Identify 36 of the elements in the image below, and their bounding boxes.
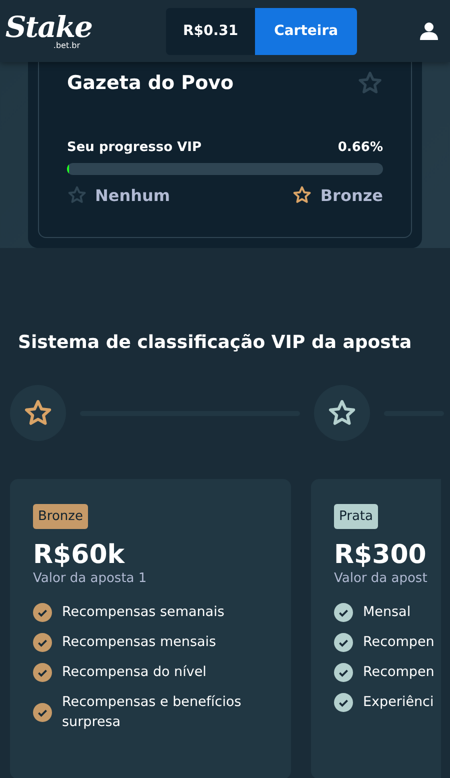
benefit-text: Mensal [363, 603, 411, 622]
progress-value: 0.66% [338, 140, 383, 155]
tier-subtitle: Valor da apost [334, 571, 428, 586]
check-icon [33, 632, 52, 652]
progress-label: Seu progresso VIP [67, 140, 202, 155]
star-icon [357, 70, 383, 96]
wallet-button[interactable]: Carteira [255, 8, 358, 54]
benefit-text: Recompensas e benefícios surpresa [62, 693, 242, 732]
section-title: Sistema de classificação VIP da aposta [18, 332, 413, 353]
tier-amount: R$60k [33, 539, 125, 571]
current-rank: Nenhum [95, 186, 170, 204]
star-icon [292, 185, 312, 205]
next-rank: Bronze [320, 186, 383, 204]
benefit-text: Recompen [363, 663, 434, 682]
benefit-text: Recompen [363, 633, 434, 652]
benefit-text: Recompensas semanais [62, 603, 224, 622]
user-name: Gazeta do Povo [67, 72, 234, 94]
check-icon [334, 662, 353, 682]
check-icon [33, 702, 52, 722]
check-icon [33, 662, 52, 682]
check-icon [334, 692, 353, 712]
tier-badge: Bronze [33, 504, 88, 529]
user-icon[interactable] [420, 22, 438, 40]
tier-amount: R$300 [334, 539, 426, 571]
star-icon [67, 185, 87, 205]
benefit-text: Recompensa do nível [62, 663, 206, 682]
balance[interactable]: R$0.31 [166, 8, 256, 54]
check-icon [334, 602, 353, 622]
logo[interactable]: Stake [5, 12, 92, 42]
benefit-text: Experiênci [363, 693, 434, 712]
tier-badge: Prata [334, 504, 378, 529]
check-icon [334, 632, 353, 652]
tier-subtitle: Valor da aposta 1 [33, 571, 147, 586]
benefit-text: Recompensas mensais [62, 633, 216, 652]
logo-suffix: .bet.br [53, 42, 80, 50]
check-icon [33, 602, 52, 622]
